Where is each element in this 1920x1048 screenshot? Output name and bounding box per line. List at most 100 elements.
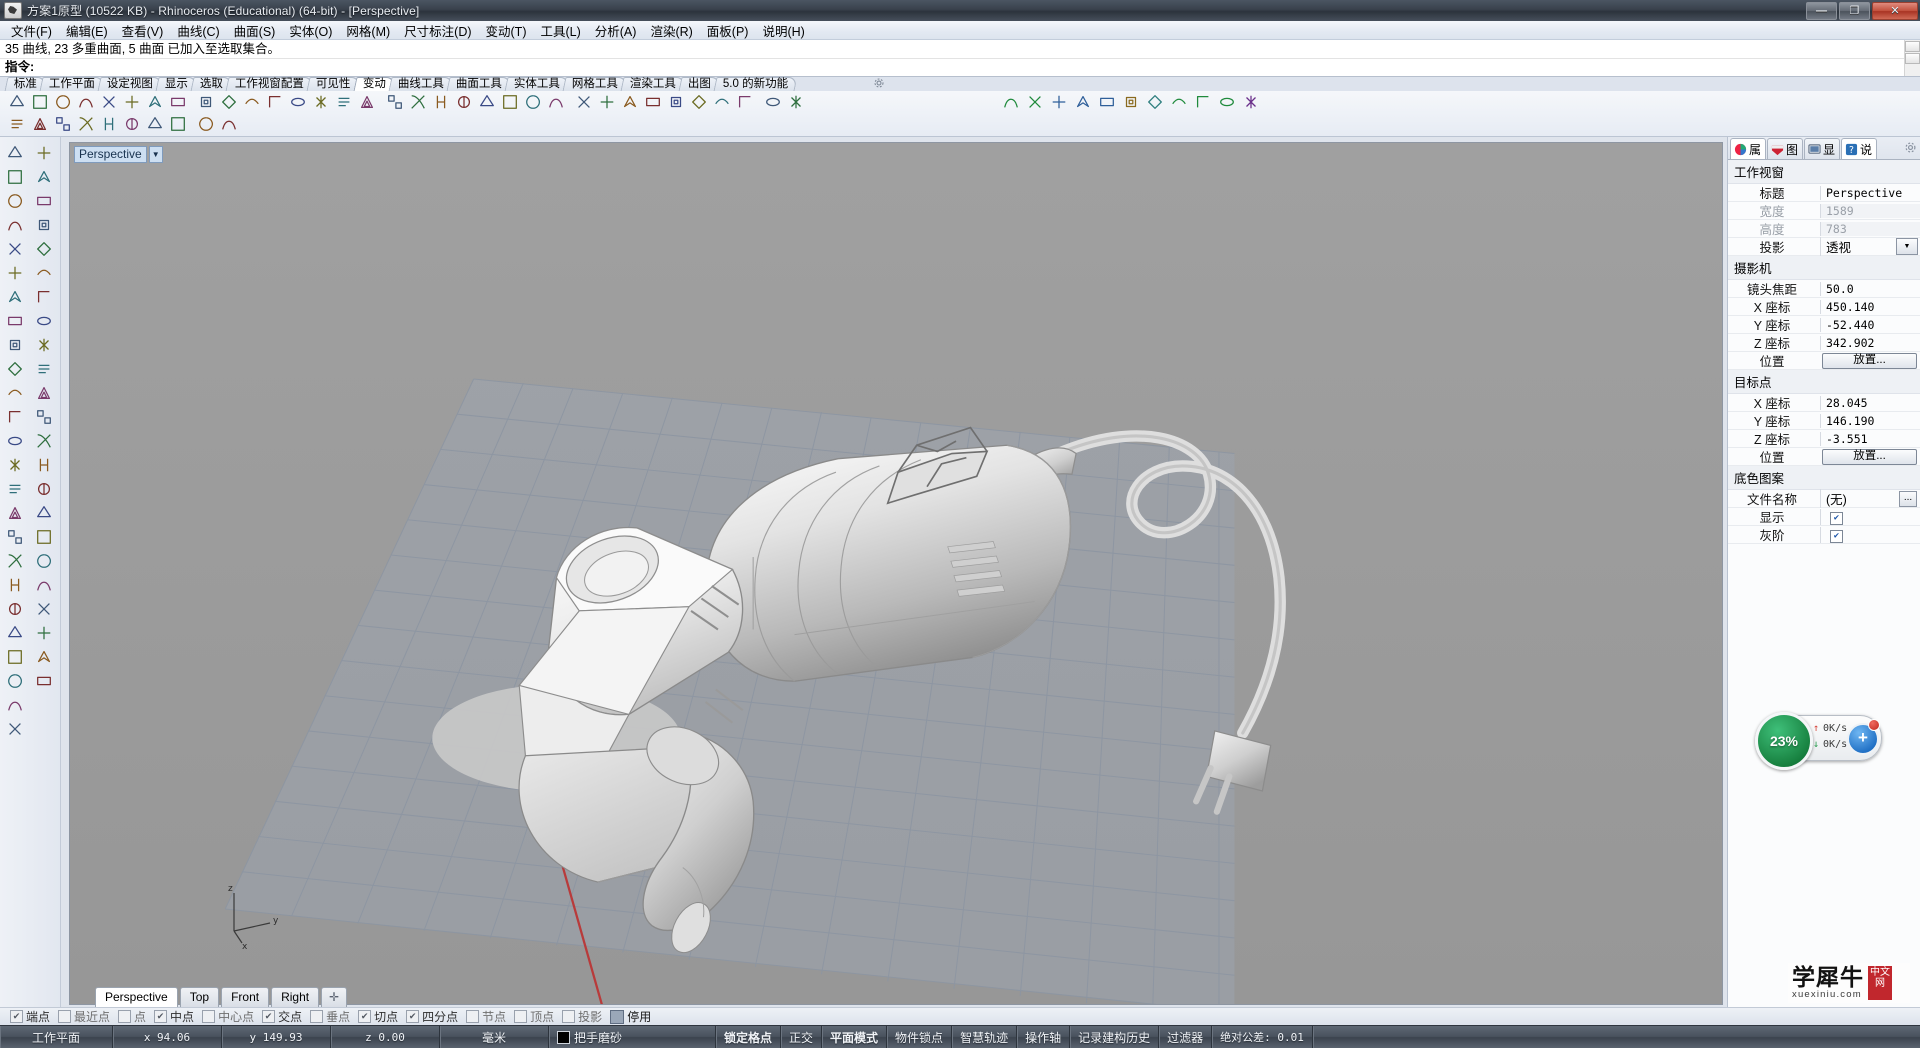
toolbar-button-30-icon[interactable] — [711, 91, 733, 113]
toolbar-button-34-icon[interactable] — [6, 113, 28, 135]
loft-tool-icon[interactable] — [2, 429, 27, 452]
status-cplane[interactable]: 工作平面 — [0, 1026, 113, 1048]
panel-options-gear-icon[interactable] — [1904, 141, 1917, 154]
menu-item-9[interactable]: 工具(L) — [533, 20, 587, 41]
toolbar-button-25-icon[interactable] — [596, 91, 618, 113]
render-preview-icon[interactable] — [1144, 91, 1166, 113]
camera-tool-icon[interactable] — [31, 429, 56, 452]
toolbar-button-0-icon[interactable] — [6, 91, 28, 113]
pan-view-icon[interactable] — [1024, 91, 1046, 113]
mirror-tool-icon[interactable] — [2, 621, 27, 644]
command-prompt[interactable]: 指令: — [0, 59, 1920, 76]
rotate-tool-icon[interactable] — [2, 669, 27, 692]
toolbar-button-36-icon[interactable] — [52, 113, 74, 135]
property-value[interactable]: -3.551 — [1820, 431, 1920, 446]
toolbar-tab-14[interactable]: 5.0 的新功能 — [713, 77, 798, 91]
toolbar-button-26-icon[interactable] — [619, 91, 641, 113]
menu-item-7[interactable]: 尺寸标注(D) — [397, 20, 478, 41]
toolbar-tab-8[interactable]: 曲线工具 — [388, 77, 453, 91]
osnap-item-9[interactable]: 节点 — [466, 1008, 506, 1025]
property-value[interactable]: 146.190 — [1820, 413, 1920, 428]
checkbox-checked-icon[interactable]: ✔ — [406, 1010, 420, 1023]
toolbar-button-21-icon[interactable] — [499, 91, 521, 113]
mesh-tools-icon[interactable] — [31, 213, 56, 236]
line-tool-icon[interactable] — [2, 165, 27, 188]
status-y-coordinate[interactable]: y 149.93 — [222, 1026, 331, 1048]
solid-tools-icon[interactable] — [31, 237, 56, 260]
status-toggle-1[interactable]: 正交 — [781, 1026, 823, 1048]
menu-item-13[interactable]: 说明(H) — [755, 20, 811, 41]
zoom-extents-icon[interactable] — [1192, 91, 1214, 113]
extrude-tool-icon[interactable] — [2, 381, 27, 404]
arc-tool-icon[interactable] — [2, 213, 27, 236]
status-units[interactable]: 毫米 — [440, 1026, 549, 1048]
osnap-item-8[interactable]: ✔ 四分点 — [406, 1008, 458, 1025]
toolbar-button-7-icon[interactable] — [167, 91, 189, 113]
toolbar-tab-2[interactable]: 设定视图 — [97, 77, 163, 91]
toolbar-button-41-icon[interactable] — [167, 113, 189, 135]
viewport-tab-right[interactable]: Right — [271, 987, 320, 1007]
checkbox-unchecked-icon[interactable] — [562, 1010, 576, 1023]
fillet-tool-icon[interactable] — [2, 501, 27, 524]
toolbar-button-29-icon[interactable] — [688, 91, 710, 113]
osnap-disable-toggle[interactable]: 停用 — [610, 1008, 651, 1025]
menu-item-10[interactable]: 分析(A) — [588, 20, 644, 41]
polygon-tool-icon[interactable] — [2, 285, 27, 308]
toolbar-button-22-icon[interactable] — [522, 91, 544, 113]
checkbox-checked-icon[interactable]: ✔ — [358, 1010, 372, 1023]
checkbox-checked-icon[interactable]: ✔ — [154, 1010, 168, 1023]
status-tolerance[interactable]: 绝对公差: 0.01 — [1212, 1026, 1313, 1048]
checkbox-unchecked-icon[interactable] — [58, 1010, 72, 1023]
text-tool-icon[interactable] — [31, 309, 56, 332]
scroll-up-arrow[interactable] — [1905, 41, 1920, 52]
checkbox-checked-icon[interactable]: ✔ — [10, 1010, 23, 1023]
place-camera-button[interactable]: 放置... — [1822, 448, 1917, 465]
light-tool-icon[interactable] — [31, 381, 56, 404]
animation-tool-icon[interactable] — [31, 453, 56, 476]
ellipse-tool-icon[interactable] — [2, 309, 27, 332]
array-tool-icon[interactable] — [2, 597, 27, 620]
export-tool-icon[interactable] — [31, 669, 56, 692]
download-manager-widget[interactable]: 23% ↑ 0K/s ↓ 0K/s + — [1755, 712, 1882, 770]
toolbar-button-31-icon[interactable] — [734, 91, 756, 113]
object-properties-icon[interactable] — [31, 165, 56, 188]
menu-item-1[interactable]: 编辑(E) — [59, 20, 115, 41]
property-value[interactable]: 50.0 — [1820, 281, 1920, 296]
toolbar-button-28-icon[interactable] — [665, 91, 687, 113]
status-toggle-0[interactable]: 锁定格点 — [716, 1026, 782, 1048]
property-value[interactable]: 342.902 — [1820, 335, 1920, 350]
toolbar-button-9-icon[interactable] — [218, 91, 240, 113]
status-toggle-3[interactable]: 物件锁点 — [887, 1026, 953, 1048]
toolbar-button-4-icon[interactable] — [98, 91, 120, 113]
toolbar-tab-9[interactable]: 曲面工具 — [446, 77, 511, 91]
toolbar-button-3-icon[interactable] — [75, 91, 97, 113]
select-tool-icon[interactable] — [2, 141, 27, 164]
toolbar-button-19-icon[interactable] — [453, 91, 475, 113]
checkbox-unchecked-icon[interactable] — [466, 1010, 480, 1023]
viewport-tab-add[interactable]: ✛ — [321, 987, 348, 1007]
status-toggle-5[interactable]: 操作轴 — [1017, 1026, 1071, 1048]
trim-tool-icon[interactable] — [2, 525, 27, 548]
checkbox-unchecked-icon[interactable] — [310, 1010, 324, 1023]
toolbar-button-27-icon[interactable] — [642, 91, 664, 113]
toolbar-button-37-icon[interactable] — [75, 113, 97, 135]
checkbox-unchecked-icon[interactable] — [202, 1010, 216, 1023]
property-value[interactable]: 28.045 — [1820, 395, 1920, 410]
toolbar-button-23-icon[interactable] — [545, 91, 567, 113]
toolbar-button-1-icon[interactable] — [29, 91, 51, 113]
rotate-view-icon[interactable] — [1000, 91, 1022, 113]
toolbar-button-12-icon[interactable] — [287, 91, 309, 113]
toolbar-button-2-icon[interactable] — [52, 91, 74, 113]
scale-tool-icon[interactable] — [2, 645, 27, 668]
checkbox-checked-icon[interactable]: ✔ — [262, 1010, 276, 1023]
chevron-down-icon[interactable]: ▼ — [1896, 238, 1918, 255]
scroll-down-arrow[interactable] — [1905, 53, 1920, 64]
osnap-item-5[interactable]: ✔ 交点 — [262, 1008, 302, 1025]
viewport-tab-front[interactable]: Front — [221, 987, 270, 1007]
offset-tool-icon[interactable] — [2, 573, 27, 596]
osnap-item-3[interactable]: ✔ 中点 — [154, 1008, 194, 1025]
osnap-item-2[interactable]: 点 — [118, 1008, 146, 1025]
toolbar-button-18-icon[interactable] — [430, 91, 452, 113]
next-view-icon[interactable] — [1216, 91, 1238, 113]
help-tool-icon[interactable] — [31, 597, 56, 620]
